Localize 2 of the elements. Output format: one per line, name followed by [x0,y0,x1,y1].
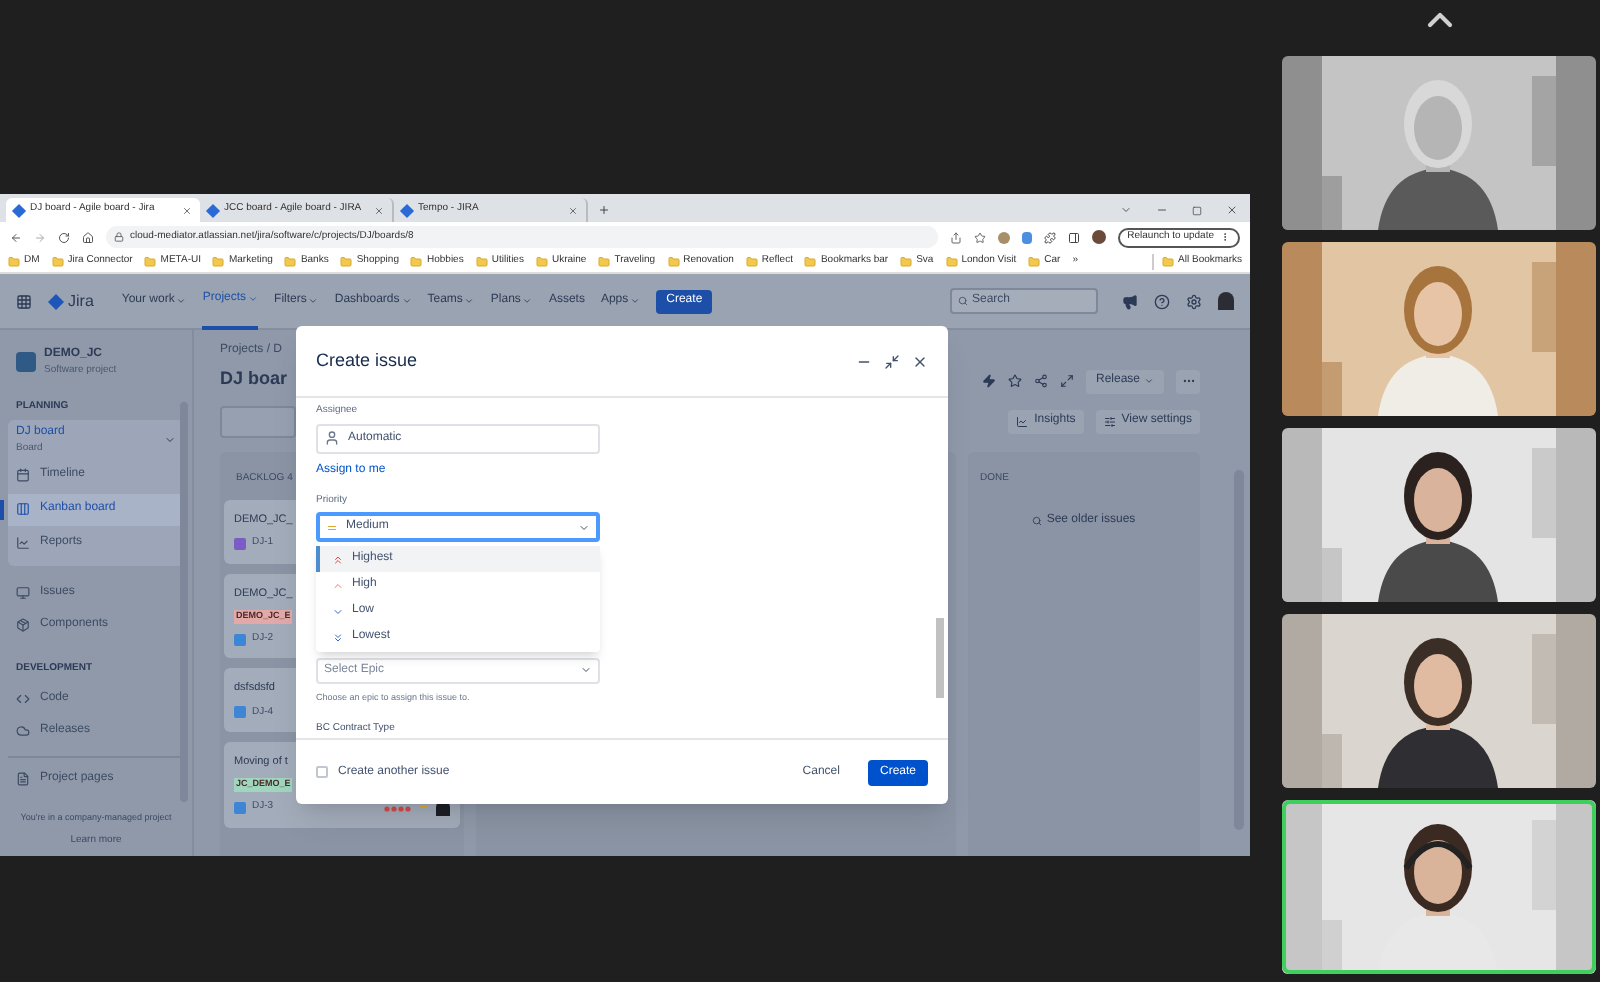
board-title: DJ boar [220,366,288,392]
dialog-title: Create issue [316,347,418,374]
